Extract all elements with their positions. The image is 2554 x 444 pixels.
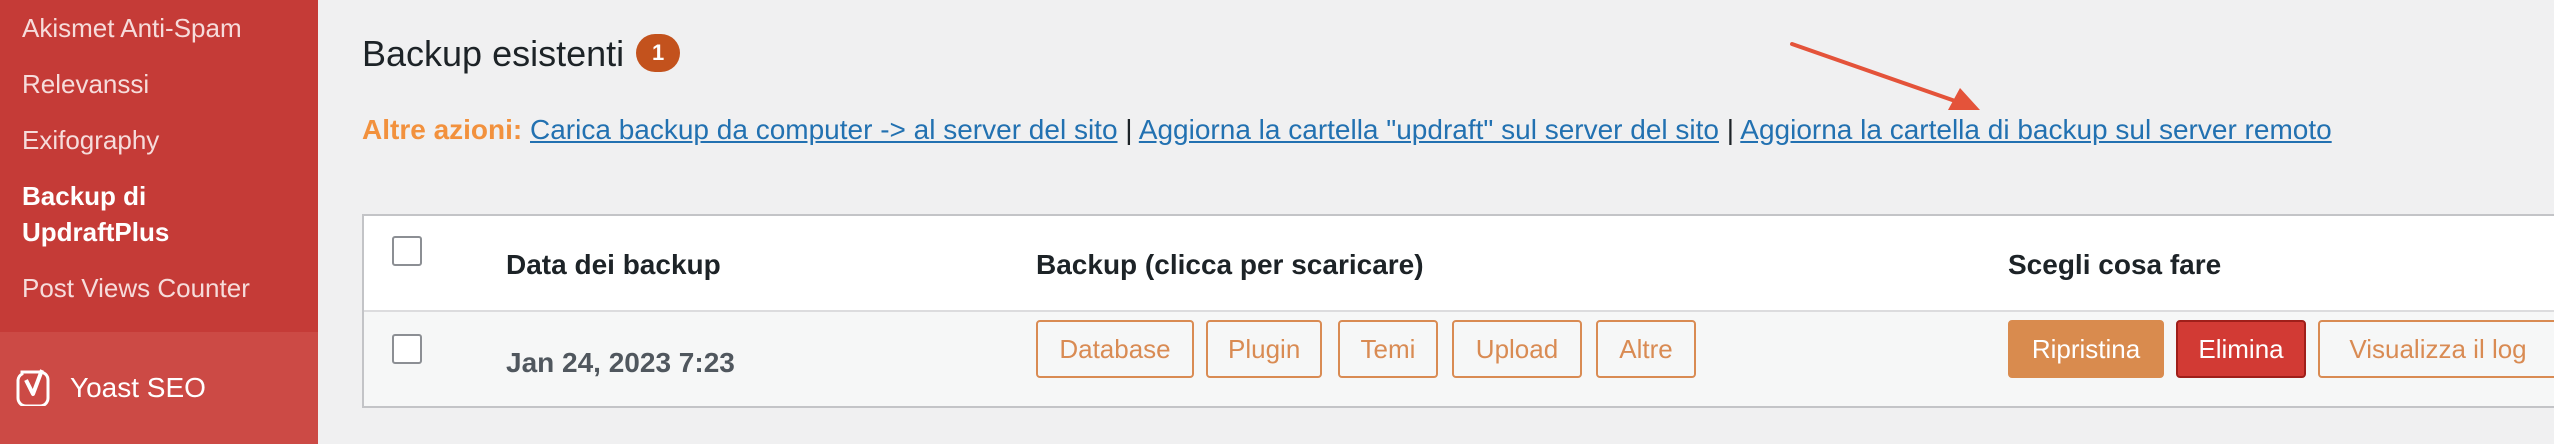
rescan-remote-storage-link[interactable]: Aggiorna la cartella di backup sul serve… <box>1740 114 2331 145</box>
view-log-button[interactable]: Visualizza il log <box>2318 320 2554 378</box>
sidebar-item-label-line1: Backup di <box>22 181 147 211</box>
annotation-arrow-icon <box>1790 42 1980 110</box>
download-plugin-button[interactable]: Plugin <box>1206 320 1322 378</box>
page-title: Backup esistenti 1 <box>362 32 681 76</box>
sidebar-item-label-line2: UpdraftPlus <box>22 217 170 247</box>
select-all-checkbox[interactable] <box>392 236 422 266</box>
sidebar-item-label: Yoast SEO <box>70 372 206 403</box>
upload-backup-link[interactable]: Carica backup da computer -> al server d… <box>530 114 1118 145</box>
column-header-actions: Scegli cosa fare <box>2008 249 2222 280</box>
sidebar-item-akismet[interactable]: Akismet Anti-Spam <box>22 10 242 46</box>
yoast-icon <box>16 369 50 406</box>
row-checkbox[interactable] <box>392 334 422 364</box>
table-header: Data dei backup Backup (clicca per scari… <box>364 216 2554 312</box>
count-badge: 1 <box>636 34 681 73</box>
column-header-backup: Backup (clicca per scaricare) <box>1036 249 1424 280</box>
page-title-text: Backup esistenti <box>362 33 625 74</box>
rescan-local-folder-link[interactable]: Aggiorna la cartella "updraft" sul serve… <box>1139 114 1719 145</box>
admin-sidebar: Akismet Anti-Spam Relevanssi Exifography… <box>0 0 318 444</box>
download-others-button[interactable]: Altre <box>1596 320 1696 378</box>
delete-button[interactable]: Elimina <box>2176 320 2306 378</box>
separator: | <box>1125 114 1133 145</box>
sidebar-item-exifography[interactable]: Exifography <box>22 122 159 158</box>
backup-date: Jan 24, 2023 7:23 <box>506 347 735 378</box>
download-themes-button[interactable]: Temi <box>1338 320 1438 378</box>
other-actions: Altre azioni: Carica backup da computer … <box>362 112 2332 148</box>
backups-table: Data dei backup Backup (clicca per scari… <box>362 214 2554 408</box>
sidebar-item-updraftplus[interactable]: Backup di UpdraftPlus <box>22 178 169 250</box>
sidebar-item-post-views-counter[interactable]: Post Views Counter <box>22 270 250 306</box>
column-header-date: Data dei backup <box>506 249 721 280</box>
restore-button[interactable]: Ripristina <box>2008 320 2164 378</box>
separator: | <box>1726 114 1735 145</box>
download-database-button[interactable]: Database <box>1036 320 1194 378</box>
sidebar-item-relevanssi[interactable]: Relevanssi <box>22 66 149 102</box>
download-uploads-button[interactable]: Upload <box>1452 320 1582 378</box>
other-actions-label: Altre azioni: <box>362 114 523 145</box>
